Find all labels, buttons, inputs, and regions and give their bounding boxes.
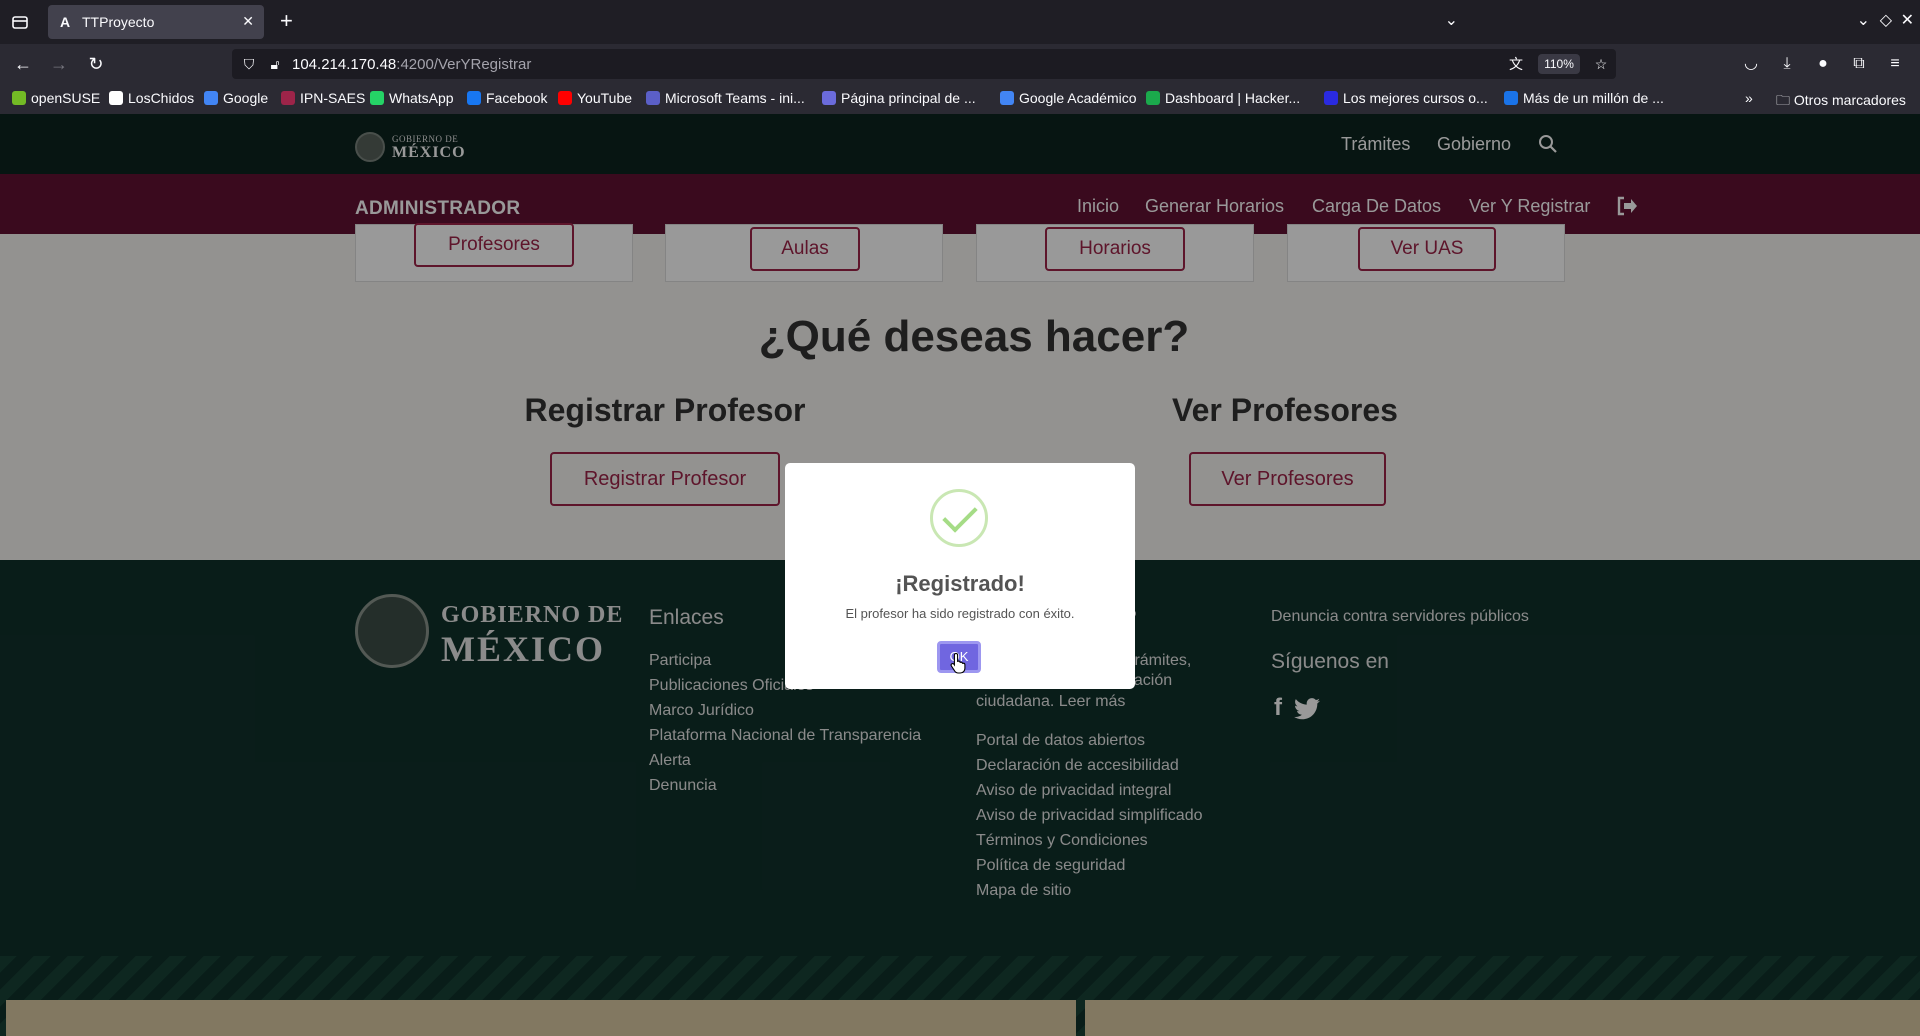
bookmark-item[interactable]: WhatsApp — [370, 90, 454, 106]
list-all-tabs-icon[interactable]: ⌄ — [1445, 10, 1458, 30]
browser-tab-bar: A TTProyecto ✕ + ⌄ ⌄ ◇ ✕ — [0, 0, 1920, 44]
bookmark-item[interactable]: openSUSE — [12, 90, 100, 106]
bookmark-item[interactable]: Los mejores cursos o... — [1324, 90, 1488, 106]
bookmark-label: IPN-SAES — [300, 90, 366, 106]
reload-icon[interactable]: ↻ — [85, 53, 107, 75]
profile-icon[interactable]: ● — [1812, 53, 1834, 75]
bookmark-favicon-icon — [1146, 91, 1160, 105]
url-host: 104.214.170.48 — [292, 56, 397, 73]
bookmark-favicon-icon — [281, 91, 295, 105]
other-bookmarks-folder[interactable]: 🗀︎ Otros marcadores — [1776, 90, 1906, 114]
bookmark-favicon-icon — [1324, 91, 1338, 105]
bookmark-item[interactable]: Google Académico — [1000, 90, 1137, 106]
bookmark-label: Google Académico — [1019, 90, 1137, 106]
bookmark-favicon-icon — [646, 91, 660, 105]
bookmark-label: Google — [223, 90, 269, 106]
extensions-icon[interactable]: ⧉ — [1848, 53, 1870, 75]
tab-close-icon[interactable]: ✕ — [242, 13, 254, 30]
url-text[interactable]: 104.214.170.48:4200/VerYRegistrar — [292, 56, 531, 73]
bookmark-favicon-icon — [1000, 91, 1014, 105]
bookmark-item[interactable]: YouTube — [558, 90, 632, 106]
tab-favicon-icon: A — [59, 14, 71, 30]
shield-icon[interactable]: ⛉ — [240, 55, 258, 73]
browser-tab[interactable]: A TTProyecto ✕ — [48, 5, 264, 39]
bookmark-label: WhatsApp — [389, 90, 454, 106]
bookmark-star-icon[interactable]: ☆ — [1592, 55, 1610, 73]
back-icon[interactable]: ← — [12, 53, 34, 75]
bookmark-label: YouTube — [577, 90, 633, 106]
bookmark-item[interactable]: Más de un millón de ... — [1504, 90, 1664, 106]
bookmark-item[interactable]: Página principal de ... — [822, 90, 976, 106]
bookmark-label: Más de un millón de ... — [1523, 90, 1664, 106]
dialog-message: El profesor ha sido registrado con éxito… — [845, 606, 1075, 621]
new-tab-button[interactable]: + — [280, 10, 293, 32]
bookmark-favicon-icon — [204, 91, 218, 105]
bookmark-favicon-icon — [822, 91, 836, 105]
menu-icon[interactable]: ≡ — [1884, 53, 1906, 75]
tab-title: TTProyecto — [82, 14, 155, 30]
bookmark-favicon-icon — [467, 91, 481, 105]
bookmark-favicon-icon — [558, 91, 572, 105]
maximize-icon[interactable]: ◇ — [1880, 10, 1892, 30]
pocket-icon[interactable]: ◡ — [1740, 53, 1762, 75]
tab-list-icon[interactable] — [10, 12, 30, 32]
bookmarks-bar: openSUSE LosChidos Google IPN-SAES WhatsApp F… — [0, 84, 1920, 114]
bookmark-item[interactable]: IPN-SAES — [281, 90, 365, 106]
bookmark-label: Página principal de ... — [841, 90, 976, 106]
translate-icon[interactable]: 文 — [1507, 55, 1525, 73]
zoom-badge[interactable]: 110% — [1538, 54, 1580, 74]
forward-icon[interactable]: → — [48, 53, 70, 75]
bookmark-item[interactable]: LosChidos — [109, 90, 194, 106]
bookmark-favicon-icon — [370, 91, 384, 105]
bookmark-item[interactable]: Google — [204, 90, 268, 106]
bookmark-label: Microsoft Teams - ini... — [665, 90, 805, 106]
bookmark-item[interactable]: Facebook — [467, 90, 547, 106]
close-window-icon[interactable]: ✕ — [1901, 10, 1914, 30]
bookmark-label: openSUSE — [31, 90, 101, 106]
other-bookmarks-label: Otros marcadores — [1793, 92, 1906, 108]
success-check-icon — [930, 489, 988, 547]
minimize-icon[interactable]: ⌄ — [1857, 10, 1870, 30]
lock-insecure-icon[interactable]: 🔓︎ — [266, 55, 284, 73]
bookmark-favicon-icon — [109, 91, 123, 105]
url-bar[interactable]: ⛉ 🔓︎ 104.214.170.48:4200/VerYRegistrar 文… — [232, 49, 1616, 79]
bookmark-label: Los mejores cursos o... — [1343, 90, 1488, 106]
bookmark-item[interactable]: Microsoft Teams - ini... — [646, 90, 805, 106]
bookmark-favicon-icon — [1504, 91, 1518, 105]
bookmark-item[interactable]: Dashboard | Hacker... — [1146, 90, 1300, 106]
bookmark-favicon-icon — [12, 91, 26, 105]
bookmark-label: Dashboard | Hacker... — [1165, 90, 1301, 106]
browser-nav-bar: ← → ↻ ⛉ 🔓︎ 104.214.170.48:4200/VerYRegis… — [0, 44, 1920, 84]
bookmark-label: Facebook — [486, 90, 548, 106]
dialog-title: ¡Registrado! — [895, 571, 1025, 596]
mouse-pointer-hand-icon — [950, 652, 966, 674]
downloads-icon[interactable]: ⤓ — [1776, 53, 1798, 75]
folder-icon: 🗀︎ — [1776, 92, 1794, 108]
more-bookmarks-icon[interactable]: » — [1745, 90, 1753, 106]
bookmark-label: LosChidos — [128, 90, 195, 106]
url-path: :4200/VerYRegistrar — [396, 56, 532, 73]
